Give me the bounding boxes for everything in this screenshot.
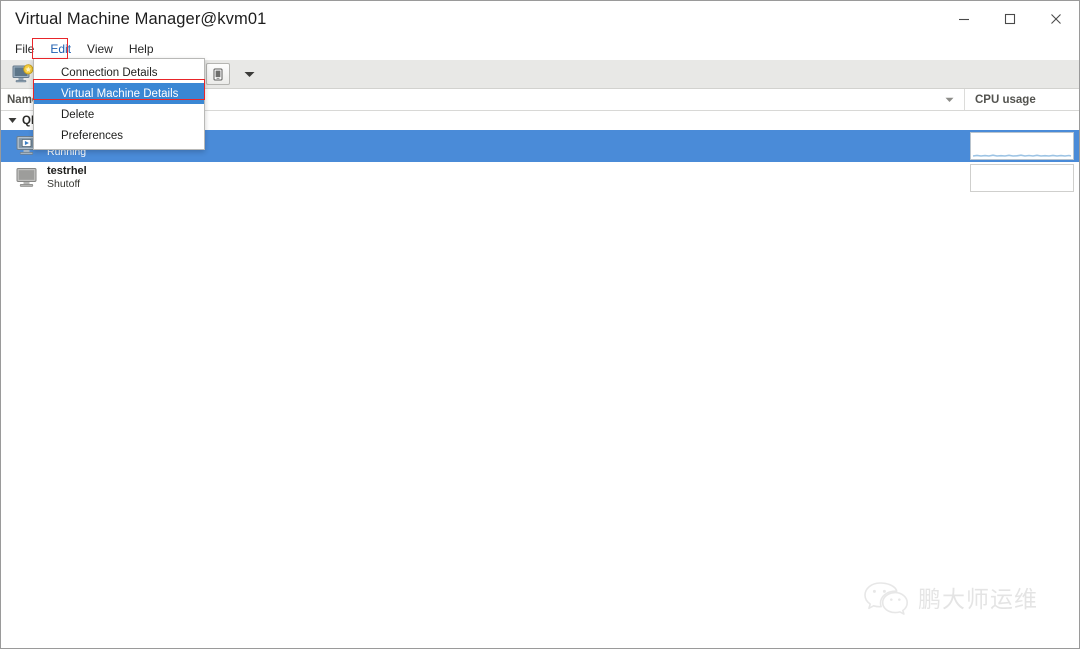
menu-item-delete[interactable]: Delete — [34, 104, 204, 125]
vm-cpu-cell — [964, 162, 1079, 194]
column-cpu-usage[interactable]: CPU usage — [964, 89, 1079, 110]
chevron-down-icon — [945, 97, 954, 102]
vm-labels: testrhel Shutoff — [47, 165, 87, 190]
menu-item-preferences[interactable]: Preferences — [34, 125, 204, 146]
window-controls — [941, 1, 1079, 37]
open-console-icon — [213, 68, 223, 80]
vm-row-testrhel[interactable]: testrhel Shutoff — [1, 162, 1079, 194]
close-icon — [1051, 14, 1061, 24]
triangle-down-icon[interactable] — [8, 117, 17, 124]
menu-item-virtual-machine-details[interactable]: Virtual Machine Details — [34, 83, 204, 104]
maximize-icon — [1004, 13, 1016, 25]
new-virtual-machine-icon — [12, 64, 34, 83]
chevron-down-icon — [244, 71, 254, 77]
vm-cpu-cell — [964, 130, 1079, 162]
edit-dropdown-menu: Connection Details Virtual Machine Detai… — [33, 58, 205, 150]
minimize-button[interactable] — [941, 1, 987, 37]
title-bar: Virtual Machine Manager@kvm01 — [1, 1, 1079, 37]
vm-name: testrhel — [47, 165, 87, 178]
column-sort-button[interactable] — [945, 97, 964, 103]
cpu-usage-sparkline — [969, 132, 1074, 160]
menu-file[interactable]: File — [7, 37, 42, 60]
menu-view[interactable]: View — [79, 37, 121, 60]
window-title: Virtual Machine Manager@kvm01 — [15, 9, 267, 28]
watermark-text: 鹏大师运维 — [918, 587, 1038, 613]
vm-state: Shutoff — [47, 178, 81, 191]
vm-list: QEMU/KVM centos7 Running — [1, 111, 1079, 648]
cpu-usage-sparkline — [969, 164, 1074, 192]
vmm-main-window: Virtual Machine Manager@kvm01 File Edit … — [0, 0, 1080, 649]
toolbar-dropdown-button[interactable] — [236, 63, 262, 85]
vm-row-main: testrhel Shutoff — [1, 162, 964, 194]
menu-edit[interactable]: Edit — [42, 37, 79, 60]
menu-bar: File Edit View Help — [1, 37, 1079, 60]
watermark: 鹏大师运维 — [863, 579, 1038, 615]
maximize-button[interactable] — [987, 1, 1033, 37]
vm-shutoff-icon — [15, 166, 41, 190]
menu-item-connection-details[interactable]: Connection Details — [34, 62, 204, 83]
menu-help[interactable]: Help — [121, 37, 162, 60]
minimize-icon — [959, 18, 969, 21]
wechat-icon — [864, 582, 908, 615]
open-console-button[interactable] — [206, 63, 230, 85]
close-button[interactable] — [1033, 1, 1079, 37]
column-cpu-usage-label: CPU usage — [975, 93, 1036, 106]
